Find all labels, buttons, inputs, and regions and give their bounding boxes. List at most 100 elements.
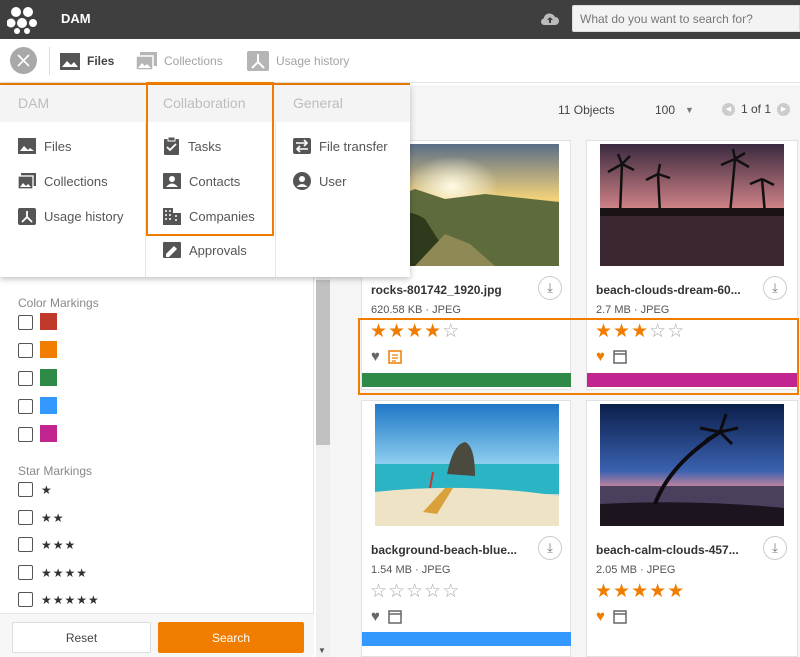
star-icon[interactable]: ★ (631, 581, 649, 602)
reset-button[interactable]: Reset (12, 622, 151, 653)
prev-page-button[interactable]: ◀ (722, 102, 735, 116)
color-swatch (40, 425, 57, 442)
approval-icon (163, 242, 181, 258)
star-markings-title: Star Markings (18, 464, 93, 478)
search-button[interactable]: Search (158, 622, 304, 653)
nav-files-label: Files (87, 54, 115, 68)
chevron-left-icon: ◀ (725, 106, 732, 113)
asset-meta: 2.7 MB · JPEG (596, 304, 670, 316)
color-checkbox[interactable] (18, 399, 33, 414)
user-icon (293, 172, 311, 190)
download-button[interactable]: ⤓ (538, 276, 562, 300)
preview-icon[interactable] (388, 609, 402, 624)
star-filter-label: ★ (41, 483, 53, 497)
color-checkbox[interactable] (18, 315, 33, 330)
nav-collections[interactable]: Collections (136, 51, 223, 71)
star-icon[interactable]: ★ (613, 581, 631, 602)
color-checkbox[interactable] (18, 343, 33, 358)
menu-item-collections[interactable]: Collections (18, 171, 108, 191)
nav-bar: Files Collections Usage history (0, 39, 800, 83)
menu-item-label: Usage history (44, 208, 124, 224)
asset-filename[interactable]: rocks-801742_1920.jpg (371, 283, 541, 297)
download-button[interactable]: ⤓ (763, 276, 787, 300)
next-page-button[interactable]: ▶ (777, 102, 791, 116)
nav-usage-history[interactable]: Usage history (247, 51, 349, 71)
star-rating[interactable]: ☆☆☆☆☆ (370, 582, 460, 601)
logo-icon[interactable] (7, 4, 37, 34)
menu-column-title-general: General (293, 95, 343, 111)
scrollbar-thumb[interactable] (316, 280, 330, 445)
asset-meta: 2.05 MB · JPEG (596, 564, 676, 576)
app-name: DAM (61, 11, 91, 26)
menu-item-file-transfer[interactable]: File transfer (293, 136, 388, 156)
asset-filename[interactable]: background-beach-blue... (371, 543, 541, 557)
download-icon: ⤓ (772, 540, 778, 555)
menu-item-user[interactable]: User (293, 171, 346, 191)
close-menu-button[interactable] (10, 47, 37, 74)
nav-divider (49, 47, 50, 75)
menu-item-label: Approvals (189, 242, 247, 258)
asset-actions: ♥ (371, 608, 402, 625)
star-icon[interactable]: ☆ (388, 581, 406, 602)
star-icon[interactable]: ★ (649, 581, 667, 602)
menu-divider (275, 122, 276, 277)
chevron-right-icon: ▶ (780, 106, 787, 113)
asset-filename[interactable]: beach-calm-clouds-457... (596, 543, 766, 557)
download-button[interactable]: ⤓ (538, 536, 562, 560)
color-marking-bar (362, 632, 571, 646)
star-filter-label: ★★★★★ (41, 593, 100, 607)
asset-thumbnail[interactable] (375, 404, 559, 526)
top-bar: DAM (0, 0, 800, 39)
star-icon[interactable]: ★ (595, 581, 613, 602)
star-icon[interactable]: ☆ (370, 581, 388, 602)
star-checkbox[interactable] (18, 510, 33, 525)
asset-meta: 1.54 MB · JPEG (371, 564, 451, 576)
cloud-upload-icon[interactable] (540, 10, 560, 28)
scroll-down-icon[interactable]: ▼ (318, 646, 326, 655)
annotation-highlight (358, 318, 799, 395)
star-icon[interactable]: ☆ (424, 581, 442, 602)
download-icon: ⤓ (772, 280, 778, 295)
asset-thumbnail[interactable] (600, 404, 784, 526)
color-checkbox[interactable] (18, 371, 33, 386)
asset-thumbnail[interactable] (600, 144, 784, 266)
asset-card[interactable]: background-beach-blue... 1.54 MB · JPEG … (361, 400, 571, 657)
color-swatch (40, 397, 57, 414)
star-checkbox[interactable] (18, 537, 33, 552)
color-markings-title: Color Markings (18, 296, 99, 310)
menu-item-files[interactable]: Files (18, 136, 71, 156)
page-size-select[interactable]: 100 ▼ (655, 103, 694, 117)
menu-item-label: File transfer (319, 138, 388, 154)
nav-files[interactable]: Files (60, 51, 114, 71)
asset-filename[interactable]: beach-clouds-dream-60... (596, 283, 766, 297)
pagination: ◀ 1 of 1 ▶ (722, 102, 791, 116)
collections-icon (136, 52, 157, 70)
star-rating[interactable]: ★★★★★ (595, 582, 685, 601)
star-icon[interactable]: ☆ (406, 581, 424, 602)
asset-card[interactable]: beach-calm-clouds-457... 2.05 MB · JPEG … (586, 400, 798, 657)
menu-item-label: Files (44, 138, 72, 154)
star-icon[interactable]: ★ (667, 581, 685, 602)
collections-icon (18, 173, 36, 189)
star-icon[interactable]: ☆ (442, 581, 460, 602)
menu-item-usage-history[interactable]: Usage history (18, 206, 123, 226)
heart-icon[interactable]: ♥ (371, 608, 380, 625)
star-checkbox[interactable] (18, 482, 33, 497)
star-filter-label: ★★★ (41, 538, 77, 552)
star-checkbox[interactable] (18, 592, 33, 607)
transfer-icon (293, 138, 311, 154)
color-swatch (40, 313, 57, 330)
search-input[interactable] (572, 5, 800, 32)
page-indicator: 1 of 1 (741, 102, 772, 116)
download-button[interactable]: ⤓ (763, 536, 787, 560)
preview-icon[interactable] (613, 609, 627, 624)
object-count: 11 Objects (558, 103, 615, 117)
usage-history-icon (247, 51, 269, 71)
nav-collections-label: Collections (164, 54, 223, 68)
menu-item-approvals[interactable]: Approvals (163, 240, 247, 260)
heart-icon[interactable]: ♥ (596, 608, 605, 625)
star-checkbox[interactable] (18, 565, 33, 580)
asset-actions: ♥ (596, 608, 627, 625)
color-checkbox[interactable] (18, 427, 33, 442)
close-icon (17, 54, 30, 67)
